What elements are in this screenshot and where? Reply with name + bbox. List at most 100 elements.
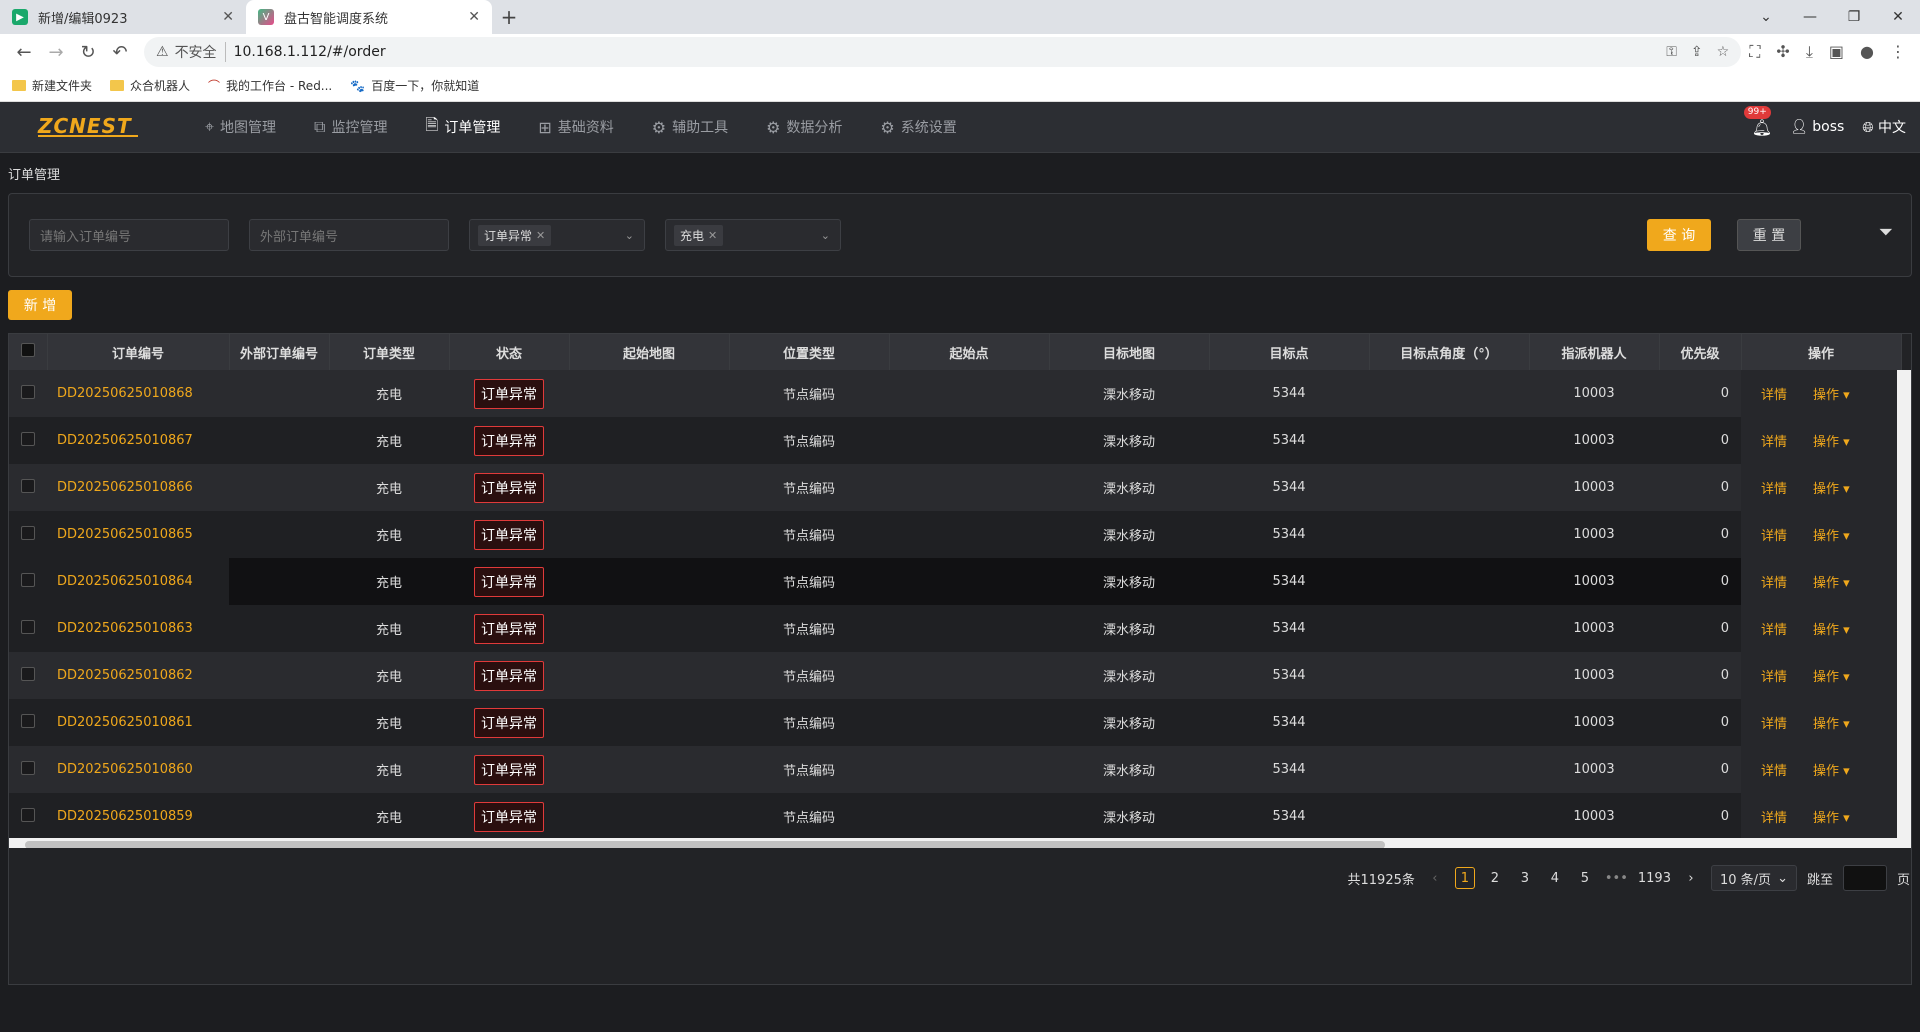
close-window-button[interactable]: ✕	[1876, 0, 1920, 34]
detail-link[interactable]: 详情	[1761, 623, 1787, 638]
status-select[interactable]: 订单异常 ✕ ⌄	[469, 219, 645, 251]
menu-settings[interactable]: ⚙ 系统设置	[861, 102, 975, 153]
order-id-link[interactable]: DD20250625010861	[47, 699, 229, 746]
operation-dropdown[interactable]: 操作 ▾	[1813, 529, 1850, 544]
puzzle-icon[interactable]: ✣	[1776, 42, 1789, 62]
forward-button[interactable]: →	[40, 37, 72, 67]
undo-icon[interactable]: ↶	[104, 37, 136, 67]
close-icon[interactable]: ✕	[536, 229, 545, 242]
row-checkbox[interactable]	[9, 652, 47, 699]
page-button[interactable]: 3	[1515, 867, 1535, 889]
detail-link[interactable]: 详情	[1761, 482, 1787, 497]
close-icon[interactable]: ✕	[708, 229, 717, 242]
close-icon[interactable]: ✕	[468, 9, 480, 25]
order-no-input[interactable]: 请输入订单编号	[29, 219, 229, 251]
operation-dropdown[interactable]: 操作 ▾	[1813, 670, 1850, 685]
table-row[interactable]: DD20250625010867 充电 订单异常 节点编码 溧水移动 5344 10003 0…	[9, 417, 1901, 464]
table-row[interactable]: DD20250625010865 充电 订单异常 节点编码 溧水移动 5344 10003 0…	[9, 511, 1901, 558]
add-button[interactable]: 新 增	[8, 290, 72, 320]
order-id-link[interactable]: DD20250625010862	[47, 652, 229, 699]
select-all-checkbox[interactable]	[9, 334, 48, 370]
table-row[interactable]: DD20250625010861 充电 订单异常 节点编码 溧水移动 5344 10003 0…	[9, 699, 1901, 746]
operation-dropdown[interactable]: 操作 ▾	[1813, 576, 1850, 591]
menu-basic-data[interactable]: ⊞ 基础资料	[519, 102, 632, 153]
share-icon[interactable]: ⇪	[1691, 44, 1703, 60]
bookmark[interactable]: ⌒ 我的工作台 - Red...	[208, 77, 332, 94]
star-icon[interactable]: ☆	[1717, 44, 1730, 60]
menu-order[interactable]: 🗎 订单管理	[406, 102, 519, 153]
table-row[interactable]: DD20250625010868 充电 订单异常 节点编码 溧水移动 5344 10003 0…	[9, 370, 1901, 417]
operation-dropdown[interactable]: 操作 ▾	[1813, 435, 1850, 450]
page-button[interactable]: 5	[1575, 867, 1595, 889]
key-icon[interactable]: ⚿	[1666, 44, 1677, 60]
ellipsis[interactable]: •••	[1605, 867, 1628, 889]
detail-link[interactable]: 详情	[1761, 764, 1787, 779]
restore-button[interactable]: ❐	[1832, 0, 1876, 34]
back-button[interactable]: ←	[8, 37, 40, 67]
order-id-link[interactable]: DD20250625010860	[47, 746, 229, 793]
app-logo[interactable]: ZCNEST	[38, 116, 138, 137]
notification-button[interactable]: 🔔︎ 99+	[1743, 105, 1772, 137]
detail-link[interactable]: 详情	[1761, 717, 1787, 732]
crop-icon[interactable]: ⛶	[1749, 42, 1760, 62]
url-field[interactable]: ⚠ 不安全 10.168.1.112/#/order ⚿ ⇪ ☆	[144, 37, 1742, 67]
row-checkbox[interactable]	[9, 793, 47, 840]
row-checkbox[interactable]	[9, 417, 47, 464]
table-row[interactable]: DD20250625010866 充电 订单异常 节点编码 溧水移动 5344 10003 0…	[9, 464, 1901, 511]
bookmark[interactable]: 众合机器人	[110, 77, 190, 94]
row-checkbox[interactable]	[9, 699, 47, 746]
table-row[interactable]: DD20250625010859 充电 订单异常 节点编码 溧水移动 5344 10003 0…	[9, 793, 1901, 840]
chevron-down-icon[interactable]: ⌄	[1744, 0, 1788, 34]
page-button[interactable]: 4	[1545, 867, 1565, 889]
menu-monitor[interactable]: ⧉ 监控管理	[295, 102, 406, 153]
reload-button[interactable]: ↻	[72, 37, 104, 67]
operation-dropdown[interactable]: 操作 ▾	[1813, 623, 1850, 638]
detail-link[interactable]: 详情	[1761, 388, 1787, 403]
next-page-button[interactable]: ›	[1681, 867, 1701, 889]
order-id-link[interactable]: DD20250625010866	[47, 464, 229, 511]
table-row[interactable]: DD20250625010863 充电 订单异常 节点编码 溧水移动 5344 10003 0…	[9, 605, 1901, 652]
detail-link[interactable]: 详情	[1761, 670, 1787, 685]
table-row[interactable]: DD20250625010860 充电 订单异常 节点编码 溧水移动 5344 10003 0…	[9, 746, 1901, 793]
collapse-icon[interactable]: ⏷	[1879, 222, 1893, 243]
row-checkbox[interactable]	[9, 464, 47, 511]
vertical-scrollbar[interactable]	[1897, 370, 1911, 840]
order-id-link[interactable]: DD20250625010864	[47, 558, 229, 605]
browser-tab[interactable]: ▶ 新增/编辑0923 ✕	[0, 0, 246, 34]
profile-icon[interactable]: ●	[1860, 42, 1874, 62]
bookmark[interactable]: 🐾 百度一下，你就知道	[350, 77, 479, 94]
row-checkbox[interactable]	[9, 370, 47, 417]
bookmark[interactable]: 新建文件夹	[12, 77, 92, 94]
minimize-button[interactable]: —	[1788, 0, 1832, 34]
menu-analytics[interactable]: ⚙ 数据分析	[747, 102, 861, 153]
row-checkbox[interactable]	[9, 605, 47, 652]
row-checkbox[interactable]	[9, 746, 47, 793]
more-icon[interactable]: ⋮	[1890, 42, 1906, 62]
external-no-input[interactable]: 外部订单编号	[249, 219, 449, 251]
detail-link[interactable]: 详情	[1761, 811, 1787, 826]
order-id-link[interactable]: DD20250625010863	[47, 605, 229, 652]
operation-dropdown[interactable]: 操作 ▾	[1813, 811, 1850, 826]
detail-link[interactable]: 详情	[1761, 529, 1787, 544]
new-tab-button[interactable]: +	[492, 0, 526, 34]
row-checkbox[interactable]	[9, 511, 47, 558]
page-size-select[interactable]: 10 条/页 ⌄	[1710, 865, 1797, 891]
order-id-link[interactable]: DD20250625010868	[47, 370, 229, 417]
sidepanel-icon[interactable]: ▣	[1829, 42, 1844, 62]
order-id-link[interactable]: DD20250625010867	[47, 417, 229, 464]
operation-dropdown[interactable]: 操作 ▾	[1813, 388, 1850, 403]
order-id-link[interactable]: DD20250625010859	[47, 793, 229, 840]
operation-dropdown[interactable]: 操作 ▾	[1813, 764, 1850, 779]
page-button[interactable]: 1	[1454, 867, 1475, 889]
reset-button[interactable]: 重 置	[1737, 219, 1801, 251]
page-button[interactable]: 2	[1485, 867, 1505, 889]
jump-input[interactable]	[1842, 865, 1887, 891]
page-button[interactable]: 1193	[1638, 867, 1671, 889]
query-button[interactable]: 查 询	[1647, 219, 1711, 251]
menu-tools[interactable]: ⚙ 辅助工具	[633, 102, 747, 153]
row-checkbox[interactable]	[9, 558, 47, 605]
download-icon[interactable]: ⤓	[1806, 42, 1813, 62]
operation-dropdown[interactable]: 操作 ▾	[1813, 717, 1850, 732]
operation-dropdown[interactable]: 操作 ▾	[1813, 482, 1850, 497]
language-switch[interactable]: 🌐︎ 中文	[1862, 117, 1906, 137]
